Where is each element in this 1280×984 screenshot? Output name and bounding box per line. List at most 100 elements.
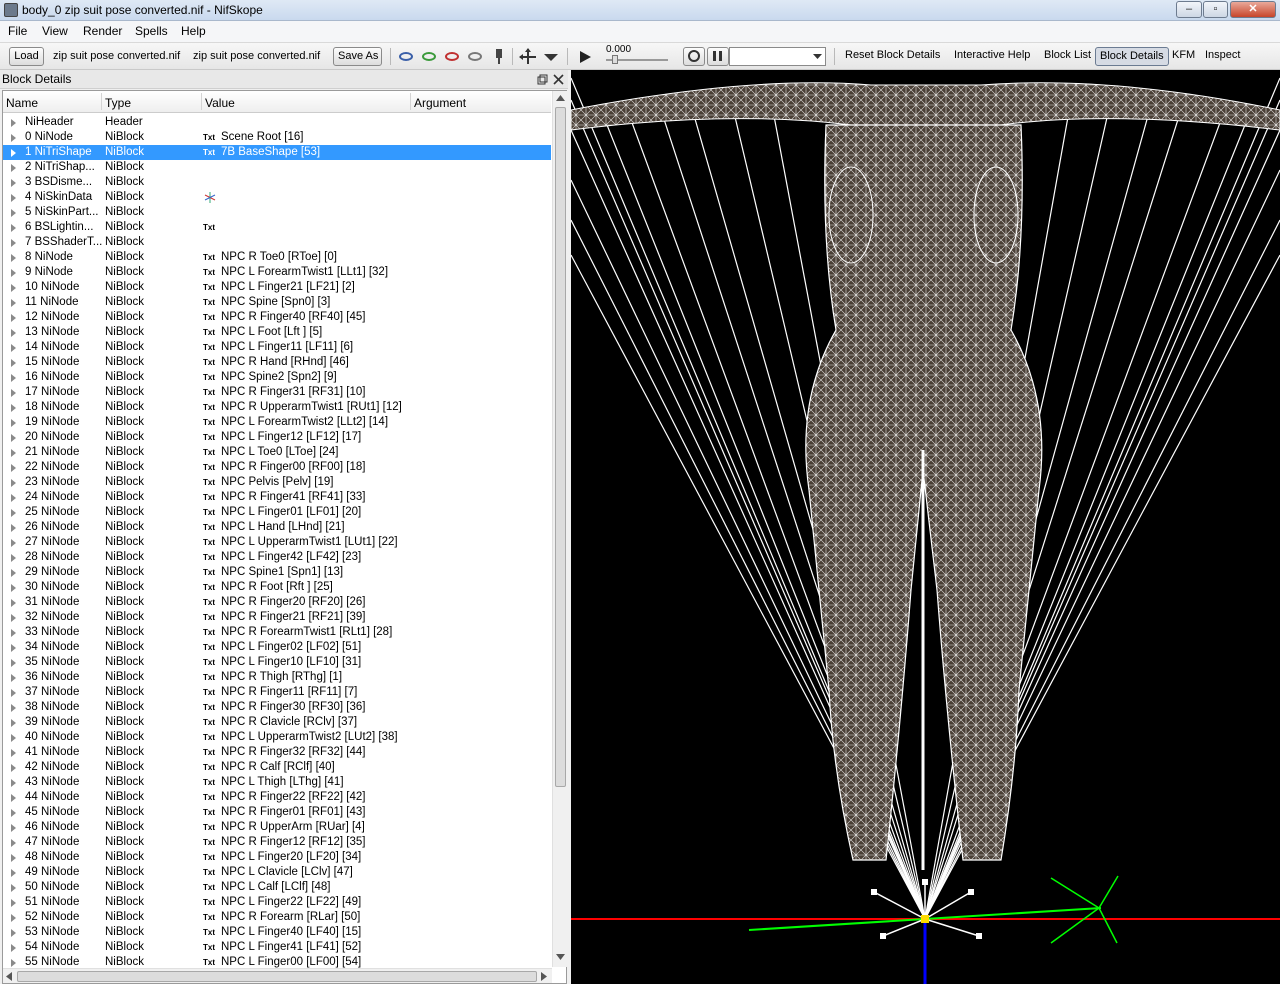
expand-arrow-icon[interactable] <box>11 599 16 607</box>
table-row[interactable]: 46 NiNode NiBlock Txt NPC R UpperArm [RUar]… <box>3 820 551 835</box>
expand-arrow-icon[interactable] <box>11 329 16 337</box>
table-row[interactable]: 25 NiNode NiBlock Txt NPC L Finger01 [LF01]… <box>3 505 551 520</box>
table-row[interactable]: 36 NiNode NiBlock Txt NPC R Thigh [RThg] [1… <box>3 670 551 685</box>
horizontal-scroll-thumb[interactable] <box>17 971 537 982</box>
table-row[interactable]: 3 BSDisme... NiBlock <box>3 175 551 190</box>
expand-arrow-icon[interactable] <box>11 284 16 292</box>
close-button[interactable]: ✕ <box>1230 1 1276 18</box>
table-row[interactable]: 37 NiNode NiBlock Txt NPC R Finger11 [RF11]… <box>3 685 551 700</box>
table-row[interactable]: 43 NiNode NiBlock Txt NPC L Thigh [LThg] [4… <box>3 775 551 790</box>
vertical-scroll-thumb[interactable] <box>555 107 566 787</box>
table-row[interactable]: 53 NiNode NiBlock Txt NPC L Finger40 [LF40]… <box>3 925 551 940</box>
table-row[interactable]: 31 NiNode NiBlock Txt NPC R Finger20 [RF20]… <box>3 595 551 610</box>
scroll-up-icon[interactable] <box>556 95 565 101</box>
table-row[interactable]: 14 NiNode NiBlock Txt NPC L Finger11 [LF11]… <box>3 340 551 355</box>
expand-arrow-icon[interactable] <box>11 224 16 232</box>
table-row[interactable]: 13 NiNode NiBlock Txt NPC L Foot [Lft ] [5] <box>3 325 551 340</box>
expand-arrow-icon[interactable] <box>11 194 16 202</box>
table-row[interactable]: 51 NiNode NiBlock Txt NPC L Finger22 [LF22]… <box>3 895 551 910</box>
table-row[interactable]: 22 NiNode NiBlock Txt NPC R Finger00 [RF00]… <box>3 460 551 475</box>
table-row[interactable]: 45 NiNode NiBlock Txt NPC R Finger01 [RF01]… <box>3 805 551 820</box>
table-row[interactable]: 18 NiNode NiBlock Txt NPC R UpperarmTwist1 … <box>3 400 551 415</box>
menu-help[interactable]: Help <box>181 24 206 38</box>
expand-arrow-icon[interactable] <box>11 254 16 262</box>
column-value[interactable]: Value <box>205 96 235 110</box>
scroll-down-icon[interactable] <box>556 954 565 960</box>
expand-arrow-icon[interactable] <box>11 539 16 547</box>
table-row[interactable]: 2 NiTriShap... NiBlock <box>3 160 551 175</box>
expand-arrow-icon[interactable] <box>11 899 16 907</box>
expand-arrow-icon[interactable] <box>11 419 16 427</box>
table-row[interactable]: 8 NiNode NiBlock Txt NPC R Toe0 [RToe] [0] <box>3 250 551 265</box>
table-row[interactable]: 38 NiNode NiBlock Txt NPC R Finger30 [RF30]… <box>3 700 551 715</box>
table-row[interactable]: 39 NiNode NiBlock Txt NPC R Clavicle [RClv]… <box>3 715 551 730</box>
eye-red-icon[interactable] <box>445 52 459 61</box>
kfm-button[interactable]: KFM <box>1172 49 1195 61</box>
table-row[interactable]: 21 NiNode NiBlock Txt NPC L Toe0 [LToe] [24… <box>3 445 551 460</box>
table-row[interactable]: 12 NiNode NiBlock Txt NPC R Finger40 [RF40]… <box>3 310 551 325</box>
expand-arrow-icon[interactable] <box>11 149 16 157</box>
load-button[interactable]: Load <box>9 47 44 66</box>
expand-arrow-icon[interactable] <box>11 239 16 247</box>
expand-arrow-icon[interactable] <box>11 374 16 382</box>
table-row[interactable]: 35 NiNode NiBlock Txt NPC L Finger10 [LF10]… <box>3 655 551 670</box>
dropdown-icon[interactable] <box>542 51 560 63</box>
table-row[interactable]: 15 NiNode NiBlock Txt NPC R Hand [RHnd] [46… <box>3 355 551 370</box>
table-row[interactable]: 28 NiNode NiBlock Txt NPC L Finger42 [LF42]… <box>3 550 551 565</box>
expand-arrow-icon[interactable] <box>11 509 16 517</box>
expand-arrow-icon[interactable] <box>11 629 16 637</box>
expand-arrow-icon[interactable] <box>11 944 16 952</box>
expand-arrow-icon[interactable] <box>11 434 16 442</box>
expand-arrow-icon[interactable] <box>11 584 16 592</box>
table-row[interactable]: 50 NiNode NiBlock Txt NPC L Calf [LClf] [48… <box>3 880 551 895</box>
expand-arrow-icon[interactable] <box>11 569 16 577</box>
table-row[interactable]: 55 NiNode NiBlock Txt NPC L Finger00 [LF00]… <box>3 955 551 968</box>
table-row[interactable]: NiHeader Header <box>3 115 551 130</box>
scroll-left-icon[interactable] <box>6 972 12 981</box>
play-icon[interactable] <box>578 50 592 64</box>
table-row[interactable]: 52 NiNode NiBlock Txt NPC R Forearm [RLar] … <box>3 910 551 925</box>
expand-arrow-icon[interactable] <box>11 119 16 127</box>
table-row[interactable]: 49 NiNode NiBlock Txt NPC L Clavicle [LClv]… <box>3 865 551 880</box>
expand-arrow-icon[interactable] <box>11 524 16 532</box>
expand-arrow-icon[interactable] <box>11 779 16 787</box>
column-name[interactable]: Name <box>6 96 38 110</box>
eye-green-icon[interactable] <box>422 52 436 61</box>
menu-view[interactable]: View <box>42 24 68 38</box>
table-row[interactable]: 41 NiNode NiBlock Txt NPC R Finger32 [RF32]… <box>3 745 551 760</box>
table-row[interactable]: 9 NiNode NiBlock Txt NPC L ForearmTwist1 [L… <box>3 265 551 280</box>
table-row[interactable]: 4 NiSkinData NiBlock <box>3 190 551 205</box>
eye-grey-icon[interactable] <box>468 52 482 61</box>
time-slider-handle[interactable] <box>612 55 618 64</box>
column-argument[interactable]: Argument <box>414 96 466 110</box>
table-row[interactable]: 26 NiNode NiBlock Txt NPC L Hand [LHnd] [21… <box>3 520 551 535</box>
horizontal-scrollbar[interactable] <box>3 968 552 983</box>
table-row[interactable]: 40 NiNode NiBlock Txt NPC L UpperarmTwist2 … <box>3 730 551 745</box>
table-row[interactable]: 10 NiNode NiBlock Txt NPC L Finger21 [LF21]… <box>3 280 551 295</box>
reset-block-details-button[interactable]: Reset Block Details <box>845 49 940 61</box>
save-as-button[interactable]: Save As <box>333 47 382 66</box>
table-row[interactable]: 11 NiNode NiBlock Txt NPC Spine [Spn0] [3] <box>3 295 551 310</box>
table-row[interactable]: 20 NiNode NiBlock Txt NPC L Finger12 [LF12]… <box>3 430 551 445</box>
expand-arrow-icon[interactable] <box>11 929 16 937</box>
table-row[interactable]: 5 NiSkinPart... NiBlock <box>3 205 551 220</box>
expand-arrow-icon[interactable] <box>11 389 16 397</box>
expand-arrow-icon[interactable] <box>11 839 16 847</box>
expand-arrow-icon[interactable] <box>11 644 16 652</box>
table-row[interactable]: 32 NiNode NiBlock Txt NPC R Finger21 [RF21]… <box>3 610 551 625</box>
expand-arrow-icon[interactable] <box>11 764 16 772</box>
expand-arrow-icon[interactable] <box>11 959 16 967</box>
table-row[interactable]: 16 NiNode NiBlock Txt NPC Spine2 [Spn2] [9] <box>3 370 551 385</box>
expand-arrow-icon[interactable] <box>11 134 16 142</box>
table-row[interactable]: 24 NiNode NiBlock Txt NPC R Finger41 [RF41]… <box>3 490 551 505</box>
table-row[interactable]: 47 NiNode NiBlock Txt NPC R Finger12 [RF12]… <box>3 835 551 850</box>
scroll-right-icon[interactable] <box>541 972 547 981</box>
expand-arrow-icon[interactable] <box>11 614 16 622</box>
table-row[interactable]: 30 NiNode NiBlock Txt NPC R Foot [Rft ] [25… <box>3 580 551 595</box>
table-row[interactable]: 1 NiTriShape NiBlock Txt 7B BaseShape [53] <box>3 145 551 160</box>
expand-arrow-icon[interactable] <box>11 824 16 832</box>
table-row[interactable]: 54 NiNode NiBlock Txt NPC L Finger41 [LF41]… <box>3 940 551 955</box>
expand-arrow-icon[interactable] <box>11 914 16 922</box>
menu-render[interactable]: Render <box>83 24 122 38</box>
loop-button[interactable] <box>683 47 705 66</box>
